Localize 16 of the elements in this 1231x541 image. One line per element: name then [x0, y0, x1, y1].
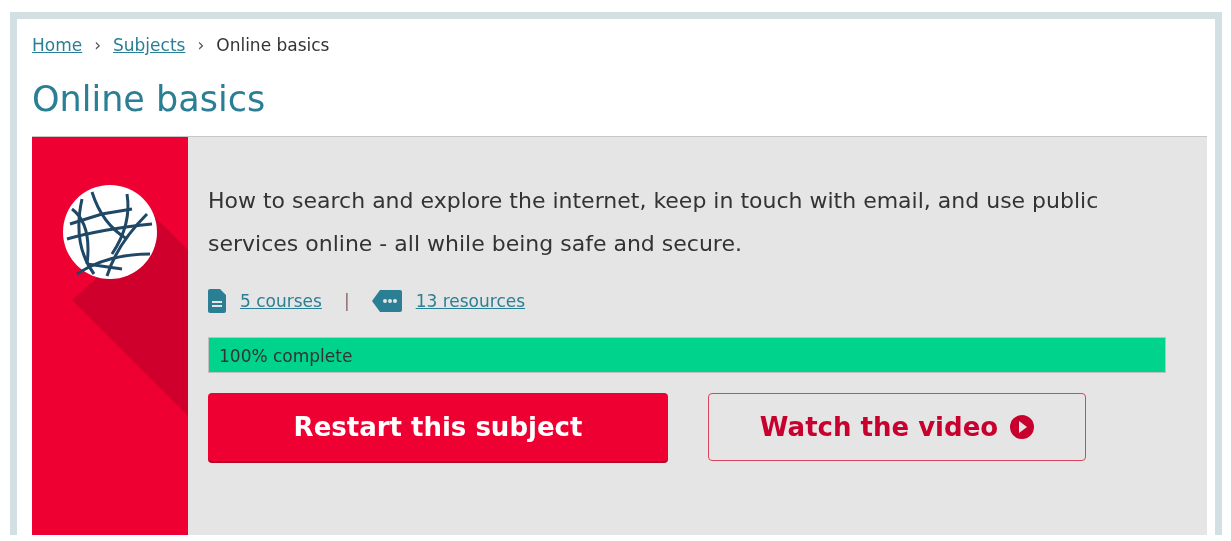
subject-link[interactable]: 5 courses: [240, 291, 322, 311]
chevron-icon: ›: [94, 35, 101, 55]
subject-description: How to search and explore the internet, keep in touch with email, and use public services online - all while being safe and secure.: [208, 187, 1100, 258]
page-title: Online basics: [32, 79, 267, 119]
restart-button[interactable]: Restart this subject: [208, 393, 668, 461]
breadcrumb-current: Online basics: [216, 35, 330, 55]
play-icon: [1010, 415, 1035, 439]
progress-label: 100% complete: [219, 346, 353, 366]
breadcrumb-link[interactable]: Home: [32, 35, 83, 55]
subject-link[interactable]: 13 resources: [415, 291, 526, 311]
tag-icon: [371, 290, 402, 312]
breadcrumb-link[interactable]: Subjects: [113, 35, 186, 55]
chevron-icon: ›: [197, 35, 205, 55]
link-separator: |: [343, 291, 350, 311]
document-icon: [208, 289, 226, 313]
watch-video-button[interactable]: Watch the video: [708, 393, 1086, 461]
